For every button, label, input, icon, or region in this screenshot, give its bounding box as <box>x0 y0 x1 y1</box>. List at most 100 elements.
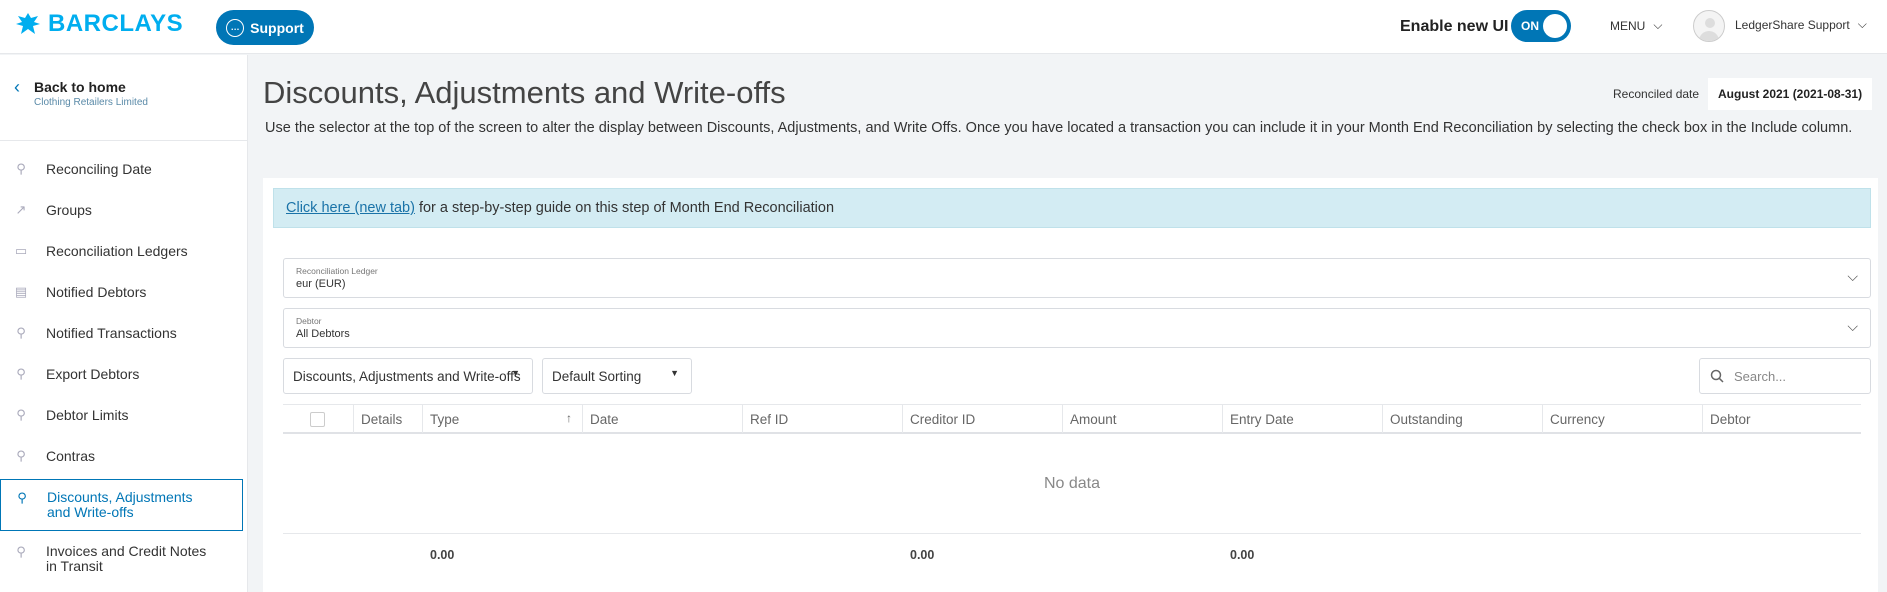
chevron-down-icon: ⌵ <box>1847 318 1858 334</box>
trend-icon: ↗ <box>15 201 27 217</box>
table-header: Details Type ↑ Date Ref ID Creditor ID A… <box>283 404 1861 434</box>
page-description: Use the selector at the top of the scree… <box>265 120 1853 136</box>
caret-down-icon: ▼ <box>670 368 679 378</box>
divider <box>0 140 248 141</box>
column-header-outstanding[interactable]: Outstanding <box>1382 405 1542 433</box>
totals-row: 0.00 0.00 0.00 <box>283 534 1861 574</box>
field-label: Debtor <box>296 316 322 326</box>
toggle-label: ON <box>1521 19 1539 33</box>
search-input[interactable]: Search... <box>1699 358 1871 394</box>
user-icon: ⚲ <box>16 544 26 559</box>
select-all-cell <box>283 405 353 433</box>
column-header-currency[interactable]: Currency <box>1542 405 1702 433</box>
user-name: LedgerShare Support <box>1735 17 1850 32</box>
user-icon: ⚲ <box>16 160 26 176</box>
user-menu[interactable]: LedgerShare Support ⌵ <box>1735 17 1867 32</box>
search-placeholder: Search... <box>1734 368 1787 384</box>
sidebar-item-label: Invoices and Credit Notes in Transit <box>46 543 207 574</box>
sidebar-item-notified-debtors[interactable]: ▤ Notified Debtors <box>0 271 248 312</box>
brand-name: BARCLAYS <box>48 10 184 37</box>
sidebar-item-notified-transactions[interactable]: ⚲ Notified Transactions <box>0 312 248 353</box>
user-icon: ⚲ <box>16 406 26 422</box>
reconciliation-ledger-select[interactable]: Reconciliation Ledger eur (EUR) ⌵ <box>283 258 1871 298</box>
barclays-logo[interactable]: BARCLAYS <box>14 10 183 38</box>
sort-ascending-icon: ↑ <box>566 411 572 425</box>
guide-link[interactable]: Click here (new tab) <box>286 200 415 216</box>
user-icon: ⚲ <box>16 365 26 381</box>
select-all-checkbox[interactable] <box>310 411 325 427</box>
guide-banner: Click here (new tab) for a step-by-step … <box>273 188 1871 228</box>
folder-icon: ▭ <box>14 242 28 258</box>
sidebar-item-label: Contras <box>46 447 96 464</box>
total-outstanding: 0.00 <box>1230 548 1255 562</box>
toggle-knob <box>1543 14 1567 38</box>
user-icon: ⚲ <box>16 447 26 463</box>
sidebar-item-reconciliation-ledgers[interactable]: ▭ Reconciliation Ledgers <box>0 230 248 271</box>
eagle-icon <box>16 13 40 34</box>
total-amount: 0.00 <box>910 548 935 562</box>
user-icon: ⚲ <box>17 490 27 505</box>
sidebar-item-label: Reconciling Date <box>46 160 152 177</box>
sidebar-item-debtor-limits[interactable]: ⚲ Debtor Limits <box>0 394 248 435</box>
transactions-table: Details Type ↑ Date Ref ID Creditor ID A… <box>283 404 1861 574</box>
column-header-details[interactable]: Details <box>353 405 422 433</box>
field-value: All Debtors <box>296 328 350 340</box>
column-header-type[interactable]: Type ↑ <box>422 405 582 433</box>
user-icon: ⚲ <box>16 324 26 340</box>
sidebar-item-reconciling-date[interactable]: ⚲ Reconciling Date <box>0 148 248 189</box>
sort-select[interactable]: Default Sorting ▼ <box>542 358 692 394</box>
sidebar-item-label: Discounts, Adjustments and Write-offs <box>47 489 193 520</box>
sidebar-item-label: Notified Debtors <box>46 283 147 300</box>
chat-icon: … <box>226 18 245 37</box>
type-select[interactable]: Discounts, Adjustments and Write-offs ▼ <box>283 358 533 394</box>
chevron-down-icon: ⌵ <box>1857 17 1867 31</box>
support-button[interactable]: … Support <box>216 10 314 45</box>
column-header-creditor-id[interactable]: Creditor ID <box>902 405 1062 433</box>
column-header-amount[interactable]: Amount <box>1062 405 1222 433</box>
empty-state: No data <box>283 434 1861 534</box>
sort-select-value: Default Sorting <box>552 368 642 384</box>
top-bar: BARCLAYS … Support Enable new UI ON MENU… <box>0 0 1887 54</box>
type-select-value: Discounts, Adjustments and Write-offs <box>293 368 521 384</box>
sidebar: ‹ Back to home Clothing Retailers Limite… <box>0 55 248 592</box>
column-header-entry-date[interactable]: Entry Date <box>1222 405 1382 433</box>
caret-down-icon: ▼ <box>511 368 520 378</box>
sidebar-item-groups[interactable]: ↗ Groups <box>0 189 248 230</box>
menu-dropdown[interactable]: MENU ⌵ <box>1610 18 1662 33</box>
chevron-left-icon: ‹ <box>14 77 20 97</box>
reconciled-date-value: August 2021 (2021-08-31) <box>1708 78 1873 110</box>
guide-text: for a step-by-step guide on this step of… <box>418 200 835 216</box>
sidebar-item-label: Debtor Limits <box>46 406 129 423</box>
chevron-down-icon: ⌵ <box>1847 268 1858 284</box>
reconciled-date-label: Reconciled date <box>1613 87 1700 101</box>
enable-new-ui-label: Enable new UI <box>1400 18 1509 35</box>
column-label: Type <box>430 411 460 427</box>
sidebar-item-invoices-credit-notes[interactable]: ⚲ Invoices and Credit Notes in Transit <box>0 534 248 586</box>
document-icon: ▤ <box>14 283 28 299</box>
field-value: eur (EUR) <box>296 278 346 290</box>
sidebar-nav: ⚲ Reconciling Date ↗ Groups ▭ Reconcilia… <box>0 148 248 586</box>
sidebar-item-label: Groups <box>46 201 92 218</box>
total-type: 0.00 <box>430 548 455 562</box>
column-header-debtor[interactable]: Debtor <box>1702 405 1861 433</box>
field-label: Reconciliation Ledger <box>296 266 378 276</box>
chevron-down-icon: ⌵ <box>1653 18 1663 32</box>
page-title: Discounts, Adjustments and Write-offs <box>263 75 786 110</box>
company-name: Clothing Retailers Limited <box>34 97 148 108</box>
sidebar-item-contras[interactable]: ⚲ Contras <box>0 435 248 476</box>
sidebar-item-label: Notified Transactions <box>46 324 177 341</box>
debtor-select[interactable]: Debtor All Debtors ⌵ <box>283 308 1871 348</box>
back-to-home[interactable]: ‹ Back to home Clothing Retailers Limite… <box>14 77 148 108</box>
support-label: Support <box>250 19 304 36</box>
avatar[interactable] <box>1693 10 1725 42</box>
search-icon <box>1710 369 1724 383</box>
back-title: Back to home <box>34 79 126 95</box>
column-header-date[interactable]: Date <box>582 405 742 433</box>
column-header-ref-id[interactable]: Ref ID <box>742 405 902 433</box>
content-card: Click here (new tab) for a step-by-step … <box>263 178 1878 592</box>
sidebar-item-discounts-adjustments-write-offs[interactable]: ⚲ Discounts, Adjustments and Write-offs <box>0 479 243 531</box>
new-ui-toggle[interactable]: ON <box>1511 10 1571 42</box>
sidebar-item-export-debtors[interactable]: ⚲ Export Debtors <box>0 353 248 394</box>
sidebar-item-label: Export Debtors <box>46 365 140 382</box>
sidebar-item-label: Reconciliation Ledgers <box>46 242 188 259</box>
